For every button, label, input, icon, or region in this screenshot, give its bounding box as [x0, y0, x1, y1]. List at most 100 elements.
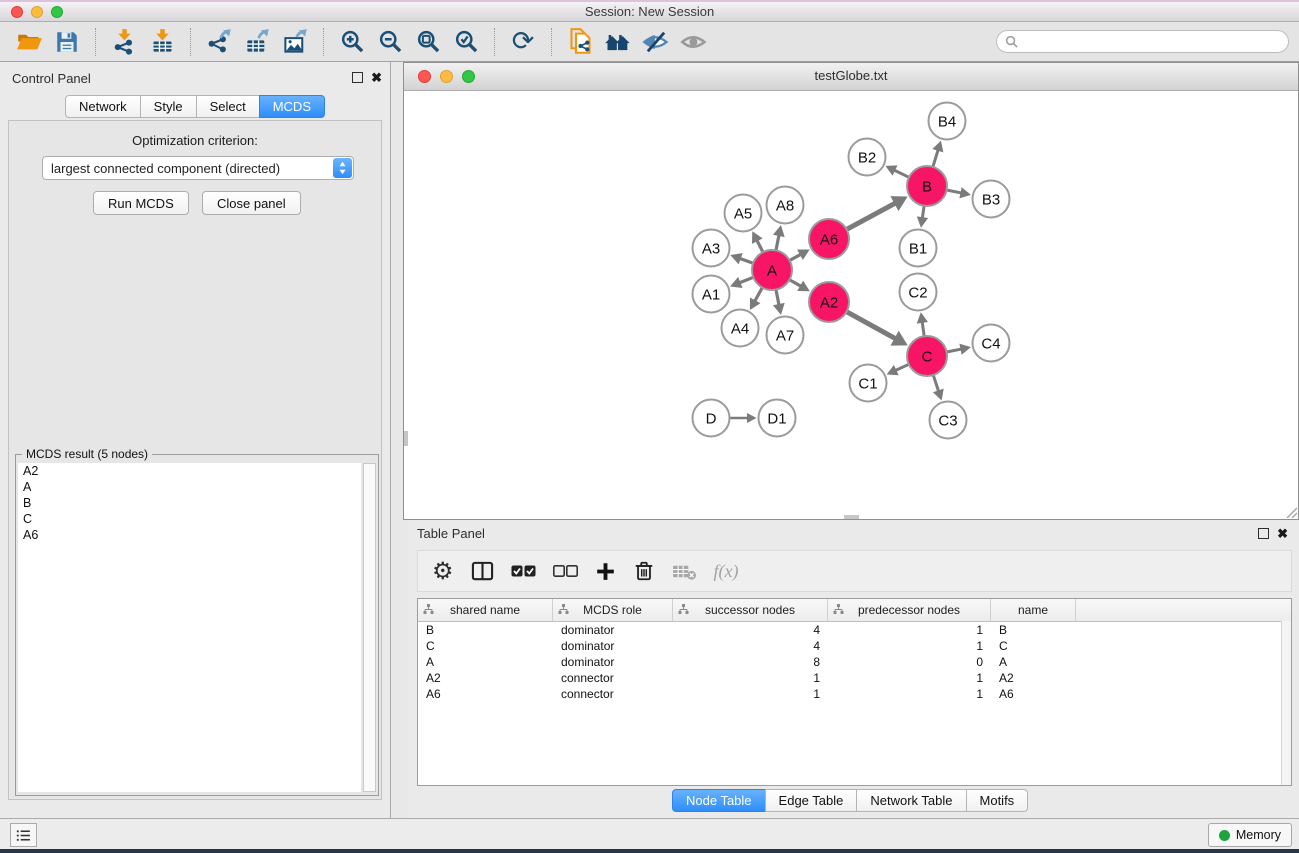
column-header-label: predecessor nodes — [858, 603, 960, 617]
node-label-A5: A5 — [734, 206, 752, 223]
export-table-icon[interactable] — [241, 26, 273, 58]
new-network-from-selection-icon[interactable] — [564, 26, 596, 58]
desktop-background-strip — [0, 849, 1299, 853]
import-network-icon[interactable] — [108, 26, 140, 58]
task-history-button[interactable] — [10, 823, 37, 847]
node-label-C2: C2 — [908, 285, 927, 302]
tab-network[interactable]: Network — [65, 95, 141, 118]
tab-mcds[interactable]: MCDS — [259, 95, 325, 118]
table-row[interactable]: A2connector11A2 — [418, 670, 1291, 686]
network-canvas[interactable]: AA1A2A3A4A5A6A7A8BB1B2B3B4CC1C2C3C4DD1 — [404, 91, 1298, 519]
table-settings-gear-icon[interactable]: ⚙ — [432, 557, 454, 585]
list-icon — [15, 827, 32, 844]
search-icon — [1005, 35, 1018, 48]
mcds-result-item[interactable]: C — [18, 511, 361, 527]
column-type-icon — [678, 604, 689, 618]
tab-network-table[interactable]: Network Table — [856, 789, 966, 812]
mcds-tab-content: Optimization criterion: largest connecte… — [8, 120, 382, 800]
zoom-out-icon[interactable] — [374, 26, 406, 58]
hide-graphics-details-icon[interactable] — [678, 26, 710, 58]
node-label-B2: B2 — [858, 150, 876, 167]
optimization-criterion-label: Optimization criterion: — [9, 133, 381, 148]
close-table-panel-icon[interactable]: ✖ — [1277, 527, 1288, 540]
close-window-button[interactable] — [11, 6, 23, 18]
export-network-icon[interactable] — [203, 26, 235, 58]
column-type-icon — [558, 604, 569, 618]
delete-table-icon[interactable] — [672, 562, 697, 581]
select-all-checkboxes-icon[interactable] — [511, 564, 536, 578]
resize-grip-icon[interactable] — [1283, 504, 1297, 518]
column-header-mcds-role[interactable]: MCDS role — [553, 599, 673, 621]
mcds-result-scrollbar[interactable] — [363, 463, 376, 792]
mcds-result-item[interactable]: A2 — [18, 463, 361, 479]
float-panel-icon[interactable] — [352, 72, 363, 83]
mcds-result-item[interactable]: B — [18, 495, 361, 511]
column-header-name[interactable]: name — [991, 599, 1076, 621]
table-row[interactable]: Bdominator41B — [418, 622, 1291, 638]
add-column-icon[interactable] — [595, 561, 616, 582]
column-header-shared-name[interactable]: shared name — [418, 599, 553, 621]
zoom-in-icon[interactable] — [336, 26, 368, 58]
table-row[interactable]: Cdominator41C — [418, 638, 1291, 654]
export-image-icon[interactable] — [279, 26, 311, 58]
float-table-panel-icon[interactable] — [1258, 528, 1269, 539]
delete-column-icon[interactable] — [633, 560, 655, 582]
network-maximize-button[interactable] — [462, 70, 475, 83]
close-panel-button[interactable]: Close panel — [202, 191, 301, 215]
memory-button[interactable]: Memory — [1208, 823, 1292, 847]
table-cell: B — [991, 623, 1076, 637]
open-session-icon[interactable] — [13, 26, 45, 58]
tab-edge-table[interactable]: Edge Table — [765, 789, 858, 812]
minimize-window-button[interactable] — [31, 6, 43, 18]
run-mcds-button[interactable]: Run MCDS — [93, 191, 189, 215]
network-minimize-button[interactable] — [440, 70, 453, 83]
table-cell: 1 — [673, 687, 828, 701]
table-panel: Table Panel ✖ ⚙ f(x) shared nameMCDS rol… — [408, 520, 1299, 818]
refresh-icon[interactable]: ⟳ — [507, 26, 539, 58]
column-type-icon — [833, 604, 844, 618]
edge-arrowhead — [933, 389, 944, 401]
table-cell: 4 — [673, 639, 828, 653]
table-row[interactable]: A6connector11A6 — [418, 686, 1291, 702]
column-header-predecessor-nodes[interactable]: predecessor nodes — [828, 599, 991, 621]
edge-A6-B — [847, 201, 899, 229]
edge-A2-C — [847, 312, 899, 341]
deselect-all-checkboxes-icon[interactable] — [553, 564, 578, 578]
table-cell: C — [991, 639, 1076, 653]
show-graphics-details-icon[interactable] — [640, 26, 672, 58]
close-panel-icon[interactable]: ✖ — [371, 71, 382, 84]
table-cell: 1 — [673, 671, 828, 685]
table-cell: 1 — [828, 671, 991, 685]
edge-arrowhead — [747, 413, 757, 423]
save-session-icon[interactable] — [51, 26, 83, 58]
table-row[interactable]: Adominator80A — [418, 654, 1291, 670]
mcds-result-item[interactable]: A — [18, 479, 361, 495]
tab-motifs[interactable]: Motifs — [966, 789, 1029, 812]
edge-arrowhead — [917, 216, 928, 227]
zoom-selected-icon[interactable] — [450, 26, 482, 58]
show-columns-icon[interactable] — [471, 560, 494, 583]
tab-select[interactable]: Select — [196, 95, 260, 118]
tab-style[interactable]: Style — [140, 95, 197, 118]
mcds-result-item[interactable]: A6 — [18, 527, 361, 543]
zoom-fit-icon[interactable] — [412, 26, 444, 58]
column-header-label: shared name — [450, 603, 520, 617]
tab-node-table[interactable]: Node Table — [672, 789, 766, 812]
column-header-successor-nodes[interactable]: successor nodes — [673, 599, 828, 621]
maximize-window-button[interactable] — [51, 6, 63, 18]
edge-arrowhead — [773, 225, 785, 237]
table-scrollbar[interactable] — [1281, 621, 1291, 785]
search-input[interactable] — [1024, 34, 1280, 50]
node-label-C4: C4 — [981, 336, 1000, 353]
function-builder-icon[interactable]: f(x) — [714, 561, 739, 582]
import-table-icon[interactable] — [146, 26, 178, 58]
criterion-dropdown[interactable]: largest connected component (directed) — [42, 156, 354, 180]
column-header-label: MCDS role — [583, 603, 642, 617]
table-cell: dominator — [553, 655, 673, 669]
node-label-A6: A6 — [820, 232, 838, 249]
mcds-result-list[interactable]: A2ABCA6 — [18, 463, 361, 792]
network-close-button[interactable] — [418, 70, 431, 83]
toolbar-separator — [190, 28, 191, 56]
home-icon[interactable] — [602, 26, 634, 58]
search-field[interactable] — [996, 30, 1289, 53]
